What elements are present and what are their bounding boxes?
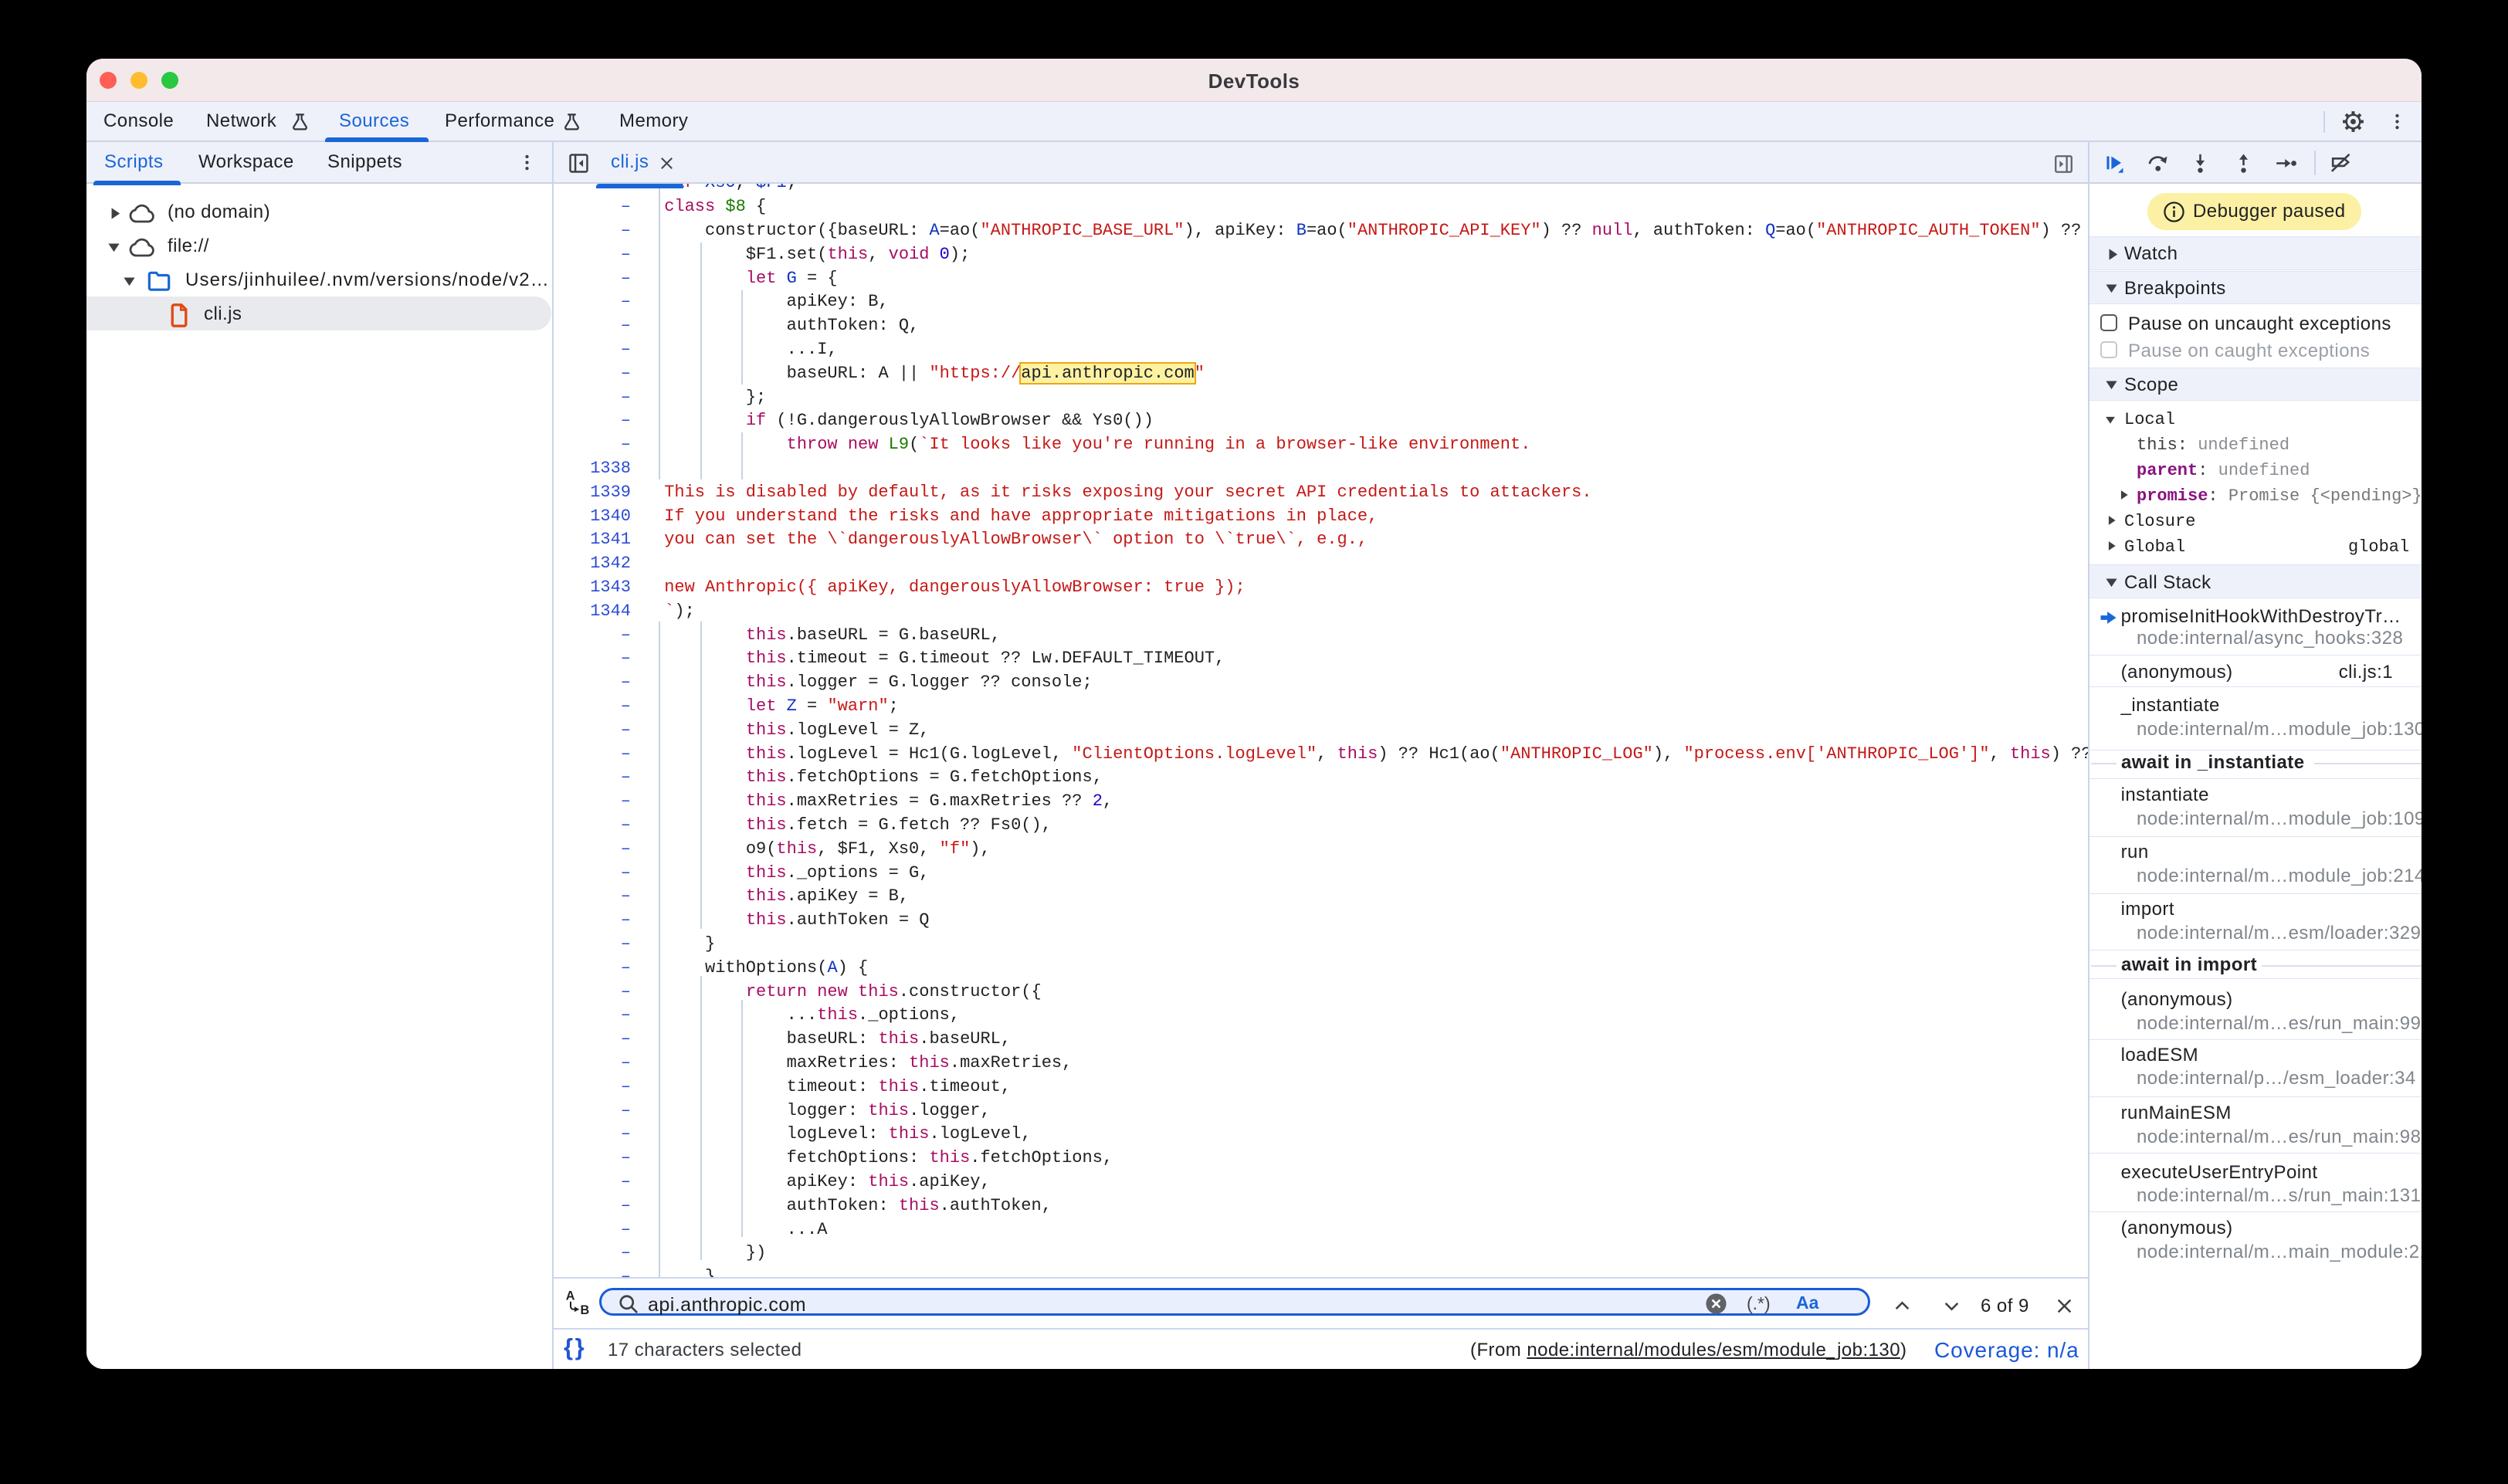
svg-text:B: B bbox=[581, 1303, 590, 1317]
svg-text:A: A bbox=[566, 1289, 575, 1303]
